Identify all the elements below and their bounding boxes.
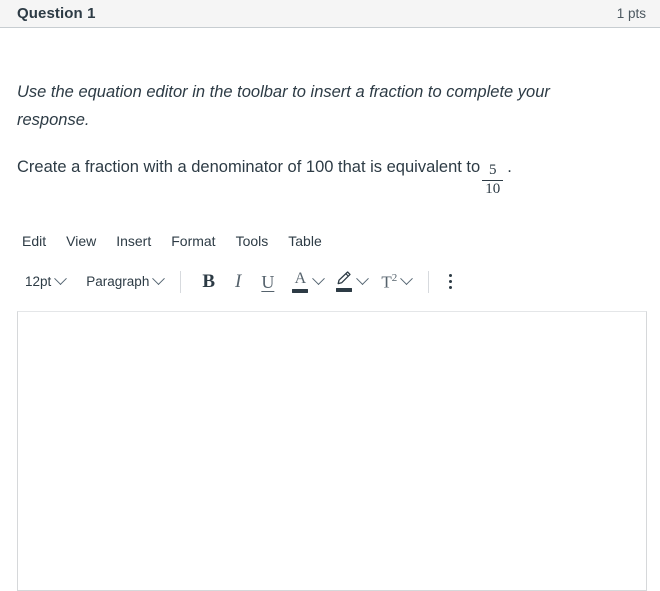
italic-button[interactable]: I	[225, 268, 251, 296]
fraction-denominator: 10	[482, 179, 504, 198]
prompt-question: Create a fraction with a denominator of …	[17, 134, 643, 198]
toolbar-separator	[428, 270, 430, 293]
prompt-question-text: Create a fraction with a denominator of …	[17, 158, 481, 176]
kebab-dot	[449, 274, 453, 277]
superscript-exponent: 2	[391, 271, 398, 284]
text-color-dropdown[interactable]	[312, 268, 329, 296]
superscript-base: T	[381, 272, 392, 292]
chevron-down-icon	[400, 272, 414, 286]
prompt-instruction: Use the equation editor in the toolbar t…	[17, 83, 550, 129]
toolbar-separator	[180, 270, 182, 293]
bold-icon: B	[202, 271, 216, 292]
menu-item-table[interactable]: Table	[278, 230, 331, 252]
text-color-swatch	[292, 288, 309, 293]
chevron-down-icon	[356, 272, 370, 286]
chevron-down-icon	[312, 272, 326, 286]
highlight-color-dropdown[interactable]	[356, 268, 373, 296]
text-color-icon: A	[292, 269, 309, 293]
menu-item-view[interactable]: View	[56, 230, 106, 252]
text-color-letter: A	[294, 269, 307, 287]
kebab-dot	[449, 280, 453, 283]
kebab-dot	[449, 286, 453, 289]
inline-fraction: 5 10	[482, 162, 504, 198]
superscript-button[interactable]: T2	[373, 268, 400, 296]
italic-icon: I	[235, 271, 242, 292]
editor-toolbar: 12pt Paragraph B I U A T2	[17, 264, 647, 300]
fraction-numerator: 5	[488, 162, 497, 178]
menu-item-tools[interactable]: Tools	[226, 230, 279, 252]
font-size-value: 12pt	[25, 274, 52, 289]
prompt-trailing-period: .	[507, 158, 512, 176]
block-format-value: Paragraph	[86, 274, 150, 289]
editor-menubar: Edit View Insert Format Tools Table	[17, 226, 647, 256]
menu-item-insert[interactable]: Insert	[106, 230, 161, 252]
superscript-icon: T2	[381, 271, 398, 292]
editor-content-area[interactable]	[17, 310, 647, 591]
block-format-dropdown[interactable]: Paragraph	[80, 268, 169, 296]
chevron-down-icon	[152, 272, 166, 286]
question-points-badge: 1 pts	[616, 6, 646, 21]
text-color-button[interactable]: A	[284, 268, 312, 296]
more-options-button[interactable]	[440, 268, 461, 296]
font-size-dropdown[interactable]: 12pt	[19, 268, 71, 296]
highlighter-pen-icon	[335, 271, 352, 292]
bold-button[interactable]: B	[192, 268, 225, 296]
question-header: Question 1 1 pts	[0, 0, 660, 28]
menu-item-format[interactable]: Format	[161, 230, 225, 252]
underline-icon: U	[261, 271, 275, 292]
superscript-dropdown[interactable]	[400, 268, 417, 296]
underline-button[interactable]: U	[251, 268, 284, 296]
page-title: Question 1	[17, 5, 96, 22]
chevron-down-icon	[54, 272, 68, 286]
rich-content-editor: Edit View Insert Format Tools Table 12pt…	[0, 226, 660, 591]
highlight-color-button[interactable]	[329, 268, 356, 296]
menu-item-edit[interactable]: Edit	[17, 230, 56, 252]
question-prompt: Use the equation editor in the toolbar t…	[0, 28, 660, 198]
highlight-color-swatch	[335, 288, 352, 292]
